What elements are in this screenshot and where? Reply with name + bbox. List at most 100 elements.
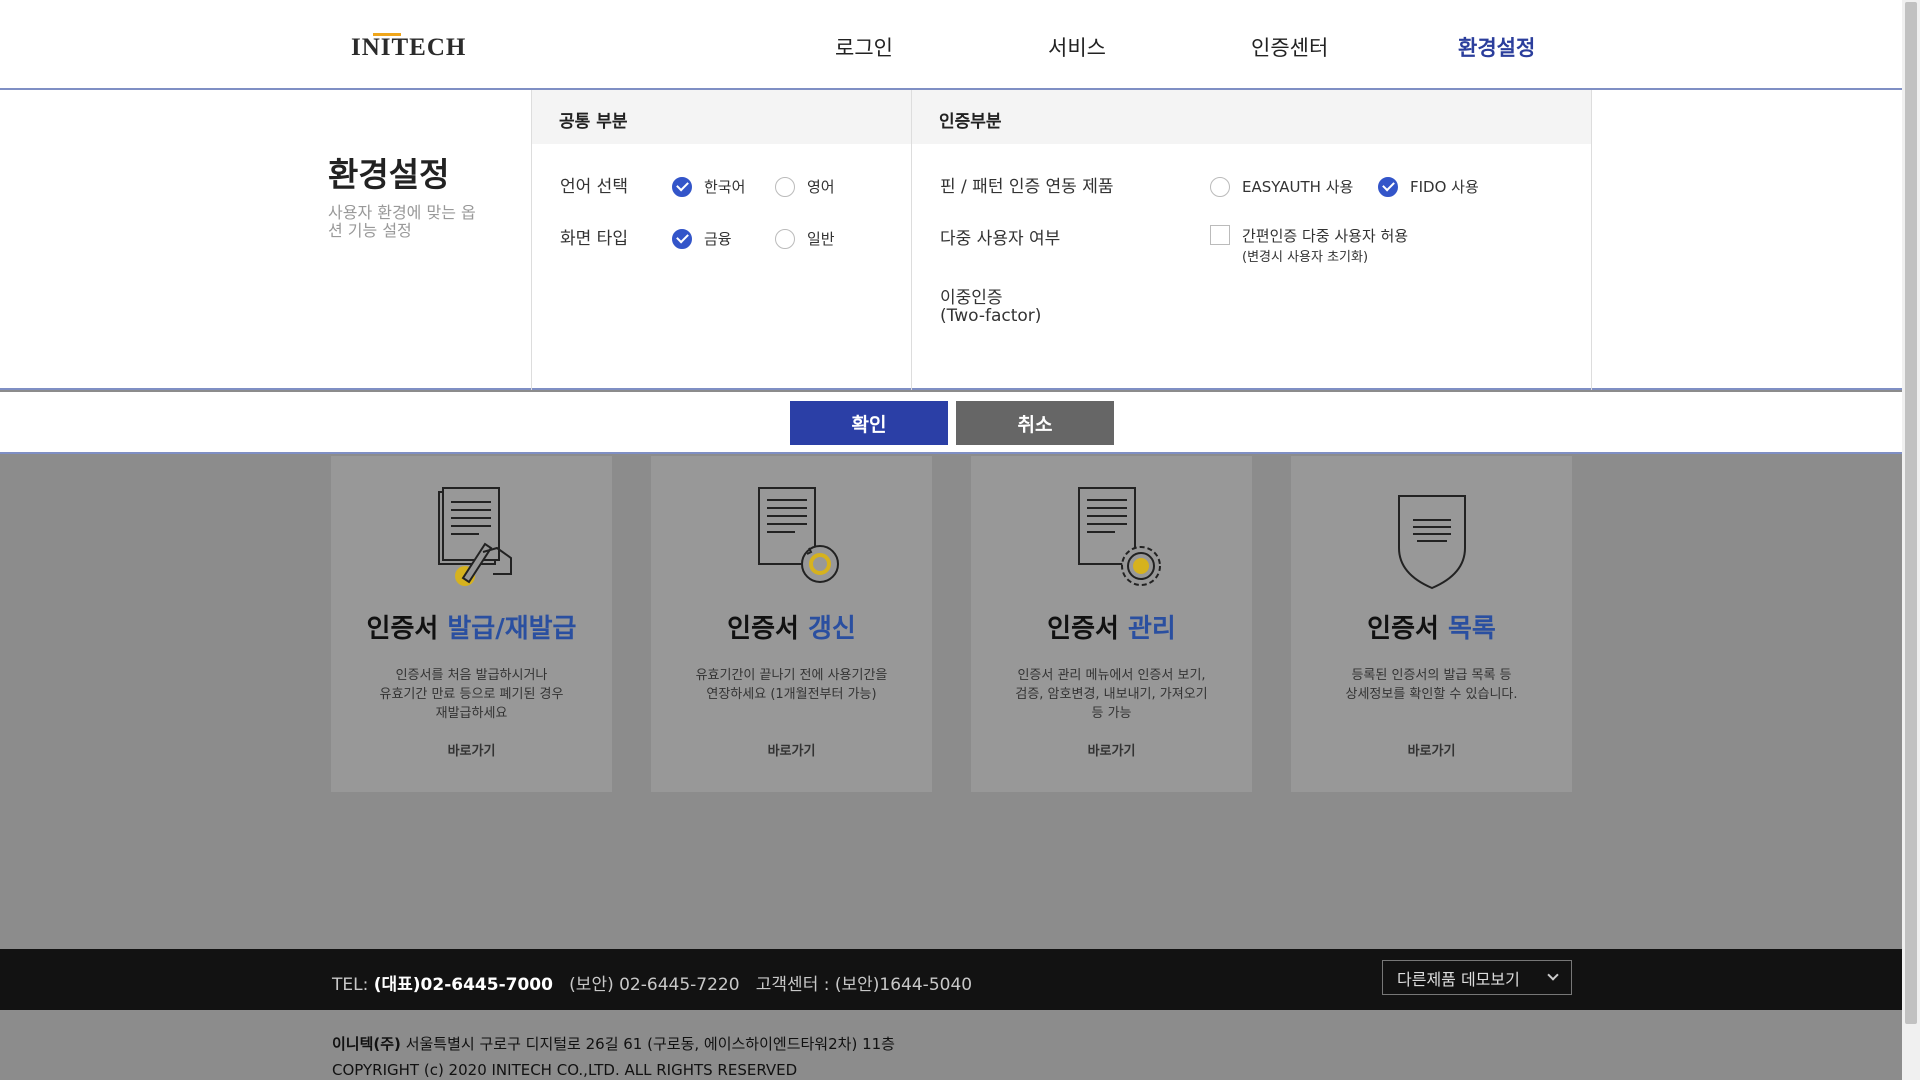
option-label: FIDO 사용 [1410,178,1479,196]
card-title: 인증서 갱신 [651,608,932,645]
scrollbar-thumb[interactable] [1905,2,1917,1024]
checkbox-icon[interactable] [1210,225,1230,245]
confirm-button[interactable]: 확인 [790,401,948,445]
option-label: 일반 [807,230,835,248]
card-link-shortcut[interactable]: 바로가기 [1291,740,1572,759]
fido-option[interactable]: FIDO 사용 [1378,176,1479,197]
demo-product-select[interactable]: 다른제품 데모보기 [1382,960,1572,995]
multi-user-label: 다중 사용자 여부 [940,229,1061,249]
cancel-button[interactable]: 취소 [956,401,1114,445]
card-desc-line: 재발급하세요 [435,706,508,721]
page-title: 환경설정 [328,155,450,194]
card-description: 등록된 인증서의 발급 목록 등 상세정보를 확인할 수 있습니다. [1301,666,1562,704]
nav-cert-center[interactable]: 인증센터 [1251,32,1328,62]
card-title: 인증서 발급/재발급 [331,608,612,645]
top-header: INITECH 로그인 서비스 인증센터 환경설정 [0,0,1902,90]
card-desc-line: 유효기간 만료 등으로 폐기된 경우 [379,687,564,702]
card-title-prefix: 인증서 [1047,614,1119,644]
contact-info: TEL: (대표)02-6445-7000 (보안) 02-6445-7220 … [332,970,972,995]
option-label: 한국어 [704,178,746,196]
card-link-shortcut[interactable]: 바로가기 [651,740,932,759]
card-title-prefix: 인증서 [366,614,439,644]
card-link-shortcut[interactable]: 바로가기 [331,740,612,759]
language-korean-option[interactable]: 한국어 [672,176,745,197]
common-section-heading: 공통 부분 [532,90,912,144]
option-label: 영어 [807,178,835,196]
card-title: 인증서 목록 [1291,608,1572,645]
auth-section: 인증부분 핀 / 패턴 인증 연동 제품 EASYAUTH 사용 FIDO 사용… [911,90,1592,390]
radio-checked-icon[interactable] [1378,176,1398,197]
company-address: 이니텍(주) 서울특별시 구로구 디지털로 26길 61 (구로동, 에이스하이… [332,1033,895,1054]
screen-type-label: 화면 타입 [560,229,628,249]
two-factor-label-line1: 이중인증 [940,288,1003,308]
nav-settings[interactable]: 환경설정 [1458,32,1535,62]
auth-section-heading: 인증부분 [912,90,1591,144]
two-factor-label-line2: (Two-factor) [940,306,1042,326]
certificate-manage-icon [971,486,1252,596]
footer-info: 이니텍(주) 서울특별시 구로구 디지털로 26길 61 (구로동, 에이스하이… [0,1010,1902,1080]
tel-security: (보안) 02-6445-7220 [569,975,740,995]
card-title-highlight: 목록 [1447,614,1496,644]
card-title: 인증서 관리 [971,608,1252,645]
card-title-highlight: 발급/재발급 [447,614,577,644]
radio-checked-icon[interactable] [672,176,692,197]
radio-unchecked-icon[interactable] [775,176,795,197]
card-link-shortcut[interactable]: 바로가기 [971,740,1252,759]
certificate-renew-icon [651,486,932,596]
two-factor-label: 이중인증 (Two-factor) [940,289,1041,325]
radio-checked-icon[interactable] [672,228,692,249]
card-desc-line: 검증, 암호변경, 내보내기, 가져오기 [1015,687,1208,702]
copyright: COPYRIGHT (c) 2020 INITECH CO.,LTD. ALL … [332,1061,798,1079]
chevron-down-icon [1547,969,1559,981]
multi-user-note: (변경시 사용자 초기화) [1242,250,1369,265]
card-desc-line: 연장하세요 (1개월전부터 가능) [706,687,877,702]
option-label: 금융 [704,230,732,248]
card-renew[interactable]: 인증서 갱신 유효기간이 끝나기 전에 사용기간을 연장하세요 (1개월전부터 … [651,456,932,792]
multi-user-text: 간편인증 다중 사용자 허용 (변경시 사용자 초기화) [1242,225,1408,265]
tel-main: (대표)02-6445-7000 [373,975,553,995]
company-name: 이니텍(주) [332,1035,401,1053]
card-description: 유효기간이 끝나기 전에 사용기간을 연장하세요 (1개월전부터 가능) [661,666,922,704]
radio-unchecked-icon[interactable] [1210,176,1230,197]
card-issue[interactable]: 인증서 발급/재발급 인증서를 처음 발급하시거나 유효기간 만료 등으로 폐기… [331,456,612,792]
certificate-sign-icon [331,486,612,596]
card-desc-line: 인증서를 처음 발급하시거나 [395,668,548,683]
certificate-list-icon [1291,486,1572,596]
language-english-option[interactable]: 영어 [775,176,835,197]
card-title-prefix: 인증서 [1367,614,1439,644]
card-desc-line: 등 가능 [1091,706,1132,721]
language-label: 언어 선택 [560,177,628,197]
demo-select-label: 다른제품 데모보기 [1397,969,1520,989]
pin-pattern-label: 핀 / 패턴 인증 연동 제품 [940,177,1114,197]
screen-type-general-option[interactable]: 일반 [775,228,835,249]
multi-user-checkbox-label: 간편인증 다중 사용자 허용 [1242,227,1409,245]
tel-label: TEL: [332,975,369,995]
action-bar: 확인 취소 [0,392,1902,454]
card-desc-line: 유효기간이 끝나기 전에 사용기간을 [695,668,888,683]
footer-contact-bar: TEL: (대표)02-6445-7000 (보안) 02-6445-7220 … [0,949,1902,1010]
page-description: 사용자 환경에 맞는 옵션 기능 설정 [328,203,476,240]
card-title-highlight: 갱신 [807,614,856,644]
card-manage[interactable]: 인증서 관리 인증서 관리 메뉴에서 인증서 보기, 검증, 암호변경, 내보내… [971,456,1252,792]
vertical-scrollbar[interactable] [1902,0,1920,1080]
initech-logo[interactable]: INITECH [351,34,466,62]
card-desc-line: 상세정보를 확인할 수 있습니다. [1345,687,1518,702]
nav-login[interactable]: 로그인 [835,32,893,62]
multi-user-option[interactable]: 간편인증 다중 사용자 허용 (변경시 사용자 초기화) [1210,225,1408,265]
option-label: EASYAUTH 사용 [1242,178,1354,196]
easyauth-option[interactable]: EASYAUTH 사용 [1210,176,1353,197]
nav-service[interactable]: 서비스 [1048,32,1106,62]
settings-panel: 환경설정 사용자 환경에 맞는 옵션 기능 설정 공통 부분 언어 선택 한국어… [0,90,1902,390]
card-title-highlight: 관리 [1127,614,1176,644]
radio-unchecked-icon[interactable] [775,228,795,249]
address-text: 서울특별시 구로구 디지털로 26길 61 (구로동, 에이스하이엔드타워2차)… [405,1035,895,1053]
card-desc-line: 인증서 관리 메뉴에서 인증서 보기, [1017,668,1206,683]
common-section: 공통 부분 언어 선택 한국어 영어 화면 타입 금융 일반 [531,90,912,390]
card-description: 인증서 관리 메뉴에서 인증서 보기, 검증, 암호변경, 내보내기, 가져오기… [981,666,1242,723]
card-title-prefix: 인증서 [727,614,799,644]
card-list[interactable]: 인증서 목록 등록된 인증서의 발급 목록 등 상세정보를 확인할 수 있습니다… [1291,456,1572,792]
customer-center: 고객센터 : (보안)1644-5040 [755,975,973,995]
card-desc-line: 등록된 인증서의 발급 목록 등 [1351,668,1512,683]
card-description: 인증서를 처음 발급하시거나 유효기간 만료 등으로 폐기된 경우 재발급하세요 [341,666,602,723]
screen-type-finance-option[interactable]: 금융 [672,228,732,249]
